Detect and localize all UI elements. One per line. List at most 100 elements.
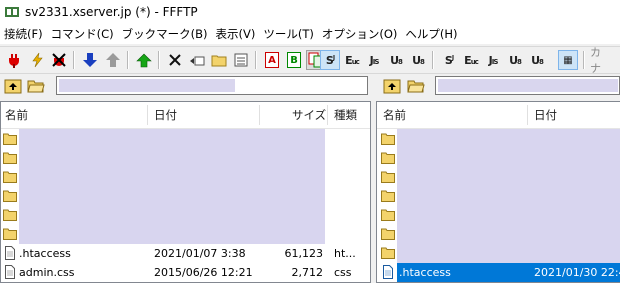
local-path-input[interactable]	[56, 76, 368, 95]
jis-icon: JIS	[369, 53, 380, 67]
toolbar-separator	[255, 51, 257, 69]
menu-bar: 接続(F) コマンド(C) ブックマーク(B) 表示(V) ツール(T) オプシ…	[0, 24, 620, 44]
jis-icon: JIS	[488, 53, 499, 67]
ffftp-app-icon	[5, 7, 19, 17]
folder-icon[interactable]	[381, 151, 395, 164]
parent-folder-icon[interactable]	[383, 77, 401, 95]
folder-icon[interactable]	[381, 227, 395, 240]
remote-path-input[interactable]	[435, 76, 620, 95]
download-button[interactable]	[80, 50, 100, 70]
file-date: 2021/01/07 3:38	[154, 247, 246, 260]
folder-icon[interactable]	[3, 151, 17, 164]
toolbar-separator	[127, 51, 129, 69]
menu-options[interactable]: オプション(O)	[318, 24, 402, 44]
local-utf8bom-button[interactable]: U8	[527, 50, 547, 70]
connect-button[interactable]	[4, 50, 24, 70]
file-row[interactable]: .htaccess 2021/01/07 3:38 61,123 ht...	[1, 244, 370, 263]
plug-connect-icon	[9, 54, 19, 68]
folder-icon[interactable]	[381, 189, 395, 202]
file-icon	[5, 246, 15, 260]
column-divider[interactable]	[147, 105, 148, 125]
upload-button[interactable]	[103, 50, 123, 70]
folder-icon[interactable]	[3, 189, 17, 202]
toolbar-separator	[158, 51, 160, 69]
sjis-icon: SJ	[325, 53, 335, 67]
parent-folder-icon[interactable]	[4, 77, 22, 95]
list-view-button[interactable]	[231, 50, 251, 70]
file-date: 2021/01/30 22:44	[534, 266, 620, 279]
column-date-header[interactable]: 日付	[154, 102, 177, 128]
local-path-bar	[0, 75, 370, 97]
new-folder-button[interactable]	[209, 50, 229, 70]
utf8bom-icon: U8	[412, 53, 425, 67]
binary-mode-button[interactable]: B	[284, 50, 304, 70]
ascii-mode-button[interactable]: A	[262, 50, 282, 70]
menu-bookmark[interactable]: ブックマーク(B)	[118, 24, 212, 44]
toolbar-separator	[73, 51, 75, 69]
menu-help[interactable]: ヘルプ(H)	[401, 24, 461, 44]
file-size: 61,123	[284, 247, 324, 260]
quick-connect-button[interactable]	[27, 50, 47, 70]
binary-mode-icon: B	[287, 52, 301, 68]
delete-x-icon	[169, 54, 181, 66]
euc-icon: Euc	[345, 53, 360, 67]
local-file-list[interactable]: 名前 日付 サイズ 種類 .htaccess 2021/01/07 3:38 6…	[0, 101, 371, 283]
folder-icon[interactable]	[3, 227, 17, 240]
host-utf8n-button[interactable]: U8	[386, 50, 406, 70]
remote-file-list[interactable]: 名前 日付 .htaccess 2021/01/30 22:44	[376, 101, 620, 283]
arrow-up-icon	[106, 53, 120, 67]
column-date-header[interactable]: 日付	[534, 102, 557, 128]
column-divider[interactable]	[327, 105, 328, 125]
local-sjis-button[interactable]: SJ	[439, 50, 459, 70]
file-row[interactable]: admin.css 2015/06/26 12:21 2,712 css	[1, 263, 370, 282]
folder-icon[interactable]	[381, 208, 395, 221]
arrow-down-icon	[83, 53, 97, 67]
folder-icon[interactable]	[3, 208, 17, 221]
list-icon	[234, 53, 248, 67]
menu-command[interactable]: コマンド(C)	[47, 24, 118, 44]
host-utf8bom-button[interactable]: U8	[408, 50, 428, 70]
green-up-arrow-icon	[136, 53, 152, 68]
menu-view[interactable]: 表示(V)	[211, 24, 259, 44]
local-list-header: 名前 日付 サイズ 種類	[1, 102, 370, 129]
column-name-header[interactable]: 名前	[383, 102, 406, 128]
folder-icon[interactable]	[381, 246, 395, 259]
sjis-icon: SJ	[444, 53, 454, 67]
host-jis-button[interactable]: JIS	[364, 50, 384, 70]
rename-button[interactable]	[187, 50, 207, 70]
folder-icon[interactable]	[3, 170, 17, 183]
local-jis-button[interactable]: JIS	[483, 50, 503, 70]
column-type-header[interactable]: 種類	[334, 102, 357, 128]
euc-icon: Euc	[464, 53, 479, 67]
redacted-folder-names	[397, 129, 620, 263]
file-type: css	[334, 266, 352, 279]
window-title: sv2331.xserver.jp (*) - FFFTP	[25, 5, 198, 19]
mirror-upload-button[interactable]	[134, 50, 154, 70]
file-row[interactable]: .htaccess 2021/01/30 22:44	[377, 263, 620, 282]
folder-icon[interactable]	[3, 132, 17, 145]
host-euc-button[interactable]: Euc	[342, 50, 362, 70]
no-conversion-button[interactable]: ▦	[558, 50, 578, 70]
file-name: .htaccess	[19, 247, 71, 260]
local-utf8n-button[interactable]: U8	[505, 50, 525, 70]
open-folder-icon[interactable]	[407, 77, 425, 95]
host-sjis-button[interactable]: SJ	[320, 50, 340, 70]
open-folder-icon[interactable]	[27, 77, 45, 95]
menu-tools[interactable]: ツール(T)	[259, 24, 318, 44]
file-type: ht...	[334, 247, 356, 260]
menu-connect[interactable]: 接続(F)	[0, 24, 47, 44]
column-name-header[interactable]: 名前	[5, 102, 28, 128]
local-euc-button[interactable]: Euc	[461, 50, 481, 70]
folder-icon[interactable]	[381, 132, 395, 145]
no-conversion-icon: ▦	[563, 54, 573, 66]
column-divider[interactable]	[259, 105, 260, 125]
utf8n-icon: U8	[390, 53, 403, 67]
column-size-header[interactable]: サイズ	[292, 102, 326, 128]
lightning-icon	[32, 52, 43, 68]
delete-button[interactable]	[165, 50, 185, 70]
disconnect-button[interactable]	[49, 50, 69, 70]
column-divider[interactable]	[527, 105, 528, 125]
remote-path-bar	[377, 75, 620, 97]
folder-icon[interactable]	[381, 170, 395, 183]
kana-convert-button[interactable]: カナ	[590, 46, 610, 75]
